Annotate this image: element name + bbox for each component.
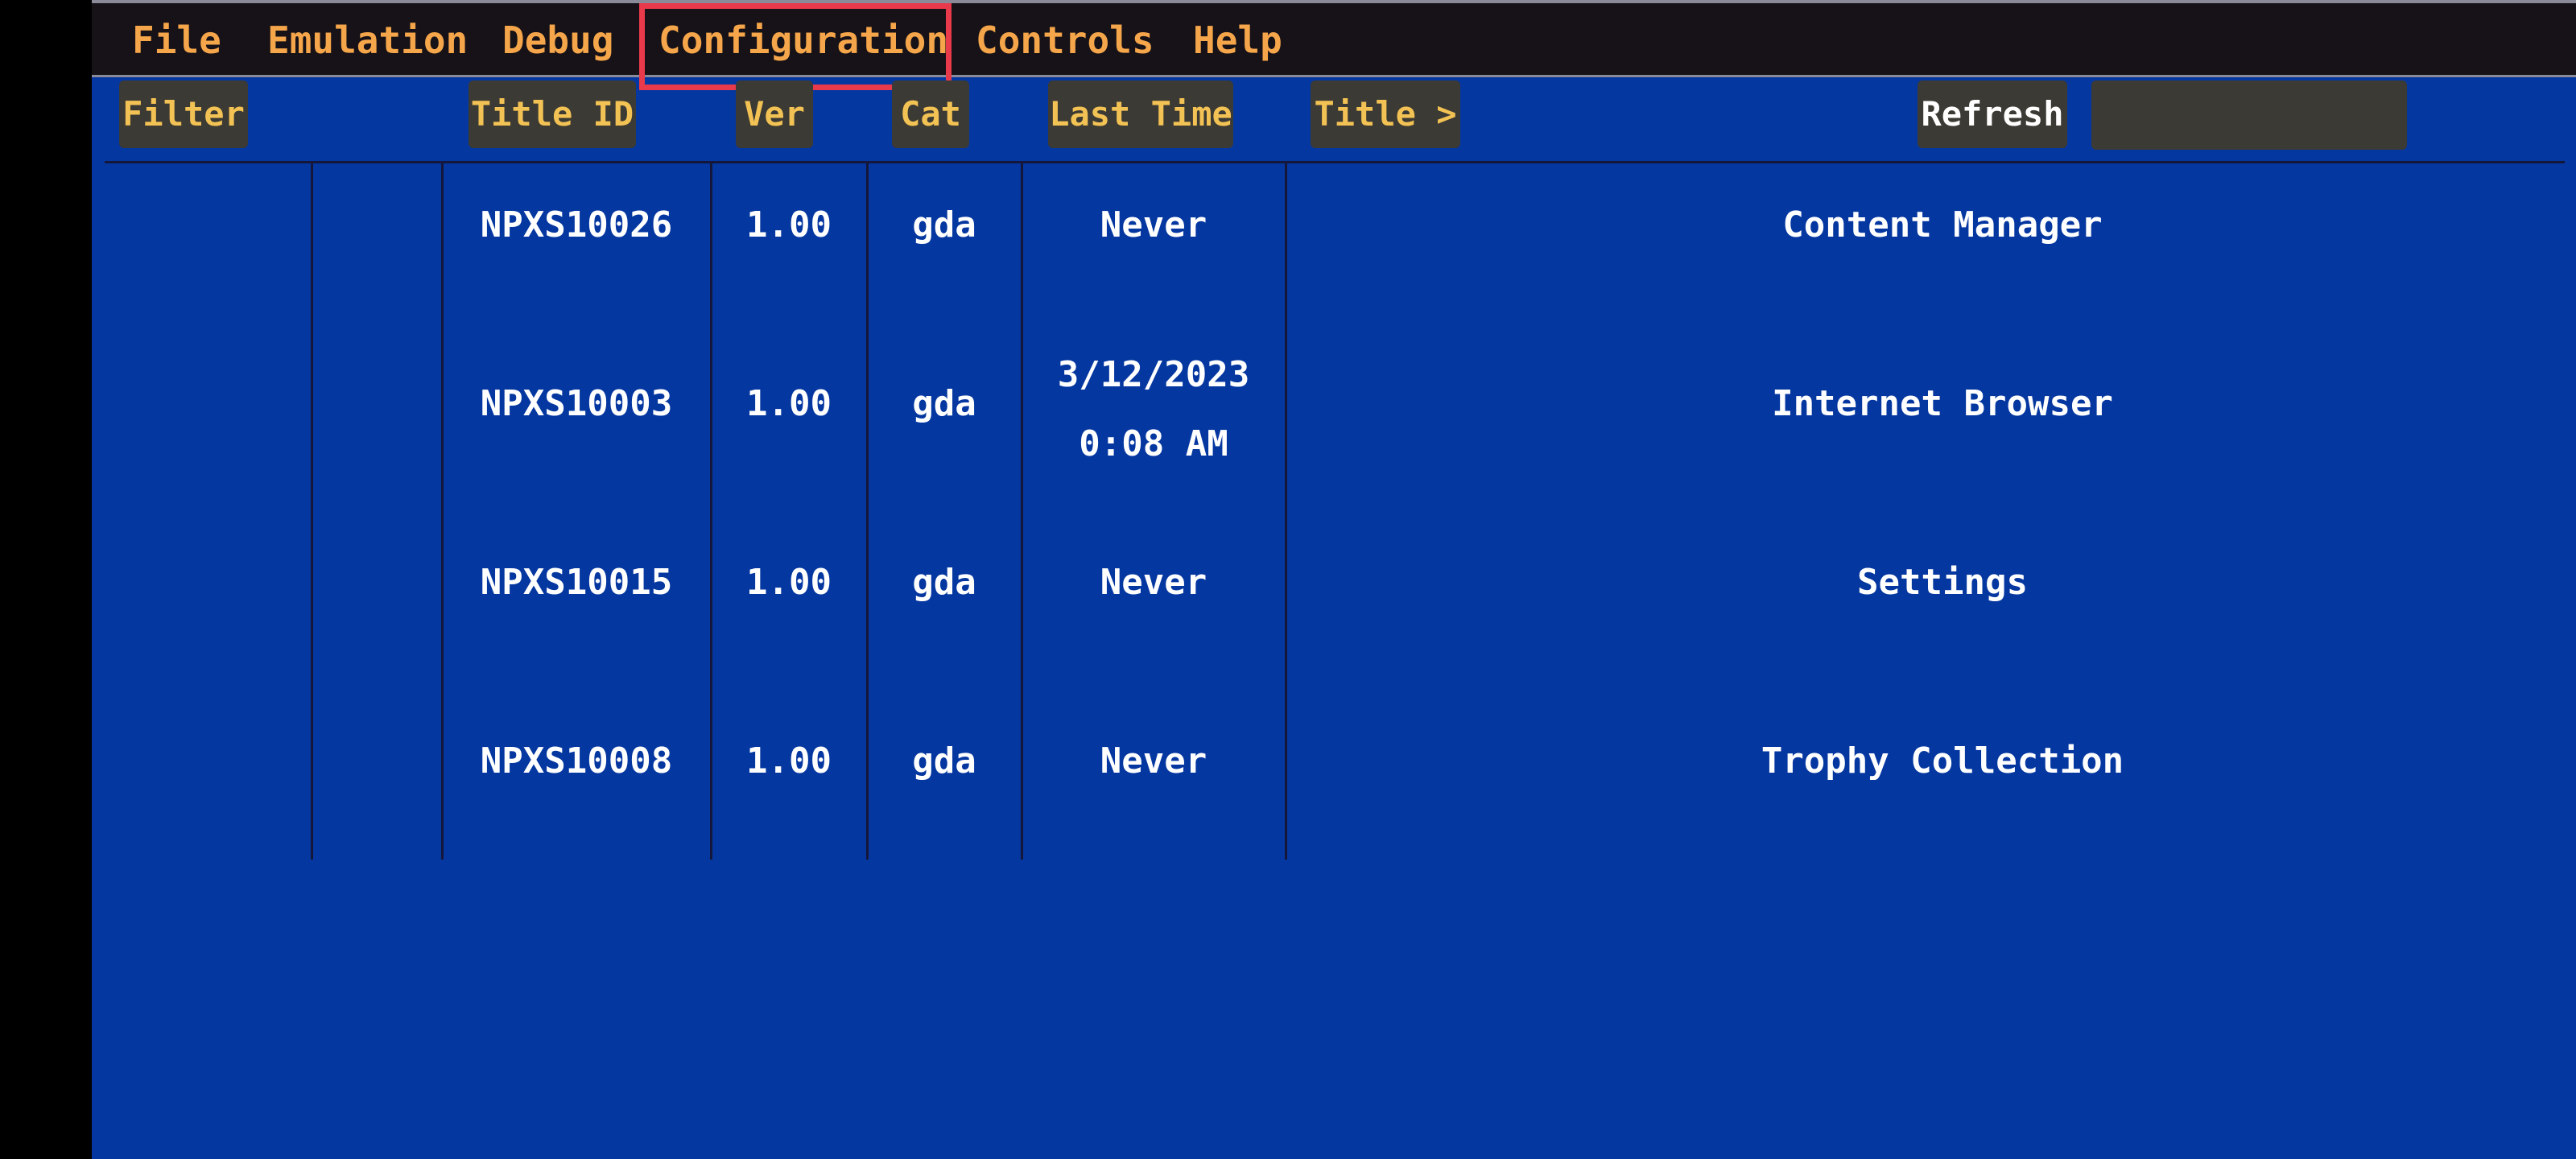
- title-id-cell: NPXS10026: [480, 204, 673, 245]
- app-row[interactable]: NPXS10008 1.00 gda Never Trophy Collecti…: [92, 673, 2576, 850]
- menu-emulation[interactable]: Emulation: [267, 3, 468, 77]
- last-time-cell: Never: [1100, 740, 1208, 782]
- app-title-cell: Content Manager: [1782, 204, 2103, 245]
- category-cell: gda: [912, 383, 976, 424]
- last-time-date-cell: 3/12/2023: [1057, 354, 1250, 395]
- version-cell: 1.00: [746, 740, 832, 782]
- category-cell: gda: [912, 740, 976, 782]
- title-id-cell: NPXS10015: [480, 562, 673, 603]
- app-title-cell: Settings: [1857, 562, 2028, 603]
- menu-help[interactable]: Help: [1193, 3, 1282, 77]
- last-time-cell: Never: [1100, 562, 1208, 603]
- app-title-cell: Trophy Collection: [1761, 740, 2124, 782]
- category-cell: gda: [912, 562, 976, 603]
- menu-bar: File Emulation Debug Configuration Contr…: [92, 0, 2576, 77]
- app-row[interactable]: NPXS10003 1.00 gda 3/12/2023 0:08 AM Int…: [92, 316, 2576, 493]
- title-id-cell: NPXS10003: [480, 383, 673, 424]
- version-cell: 1.00: [746, 204, 832, 245]
- app-row[interactable]: NPXS10015 1.00 gda Never Settings: [92, 494, 2576, 671]
- app-title-cell: Internet Browser: [1772, 383, 2113, 424]
- version-cell: 1.00: [746, 562, 832, 603]
- last-time-cell: Never: [1100, 204, 1208, 245]
- menu-debug[interactable]: Debug: [502, 3, 613, 77]
- app-row[interactable]: NPXS10026 1.00 gda Never Content Manager: [92, 137, 2576, 314]
- last-time-time-cell: 0:08 AM: [1079, 423, 1228, 464]
- configuration-highlight-box: [639, 3, 952, 90]
- title-id-cell: NPXS10008: [480, 740, 673, 782]
- version-cell: 1.00: [746, 383, 832, 424]
- category-cell: gda: [912, 204, 976, 245]
- menu-file[interactable]: File: [132, 3, 221, 77]
- menu-controls[interactable]: Controls: [976, 3, 1154, 77]
- app-window: File Emulation Debug Configuration Contr…: [92, 0, 2576, 1159]
